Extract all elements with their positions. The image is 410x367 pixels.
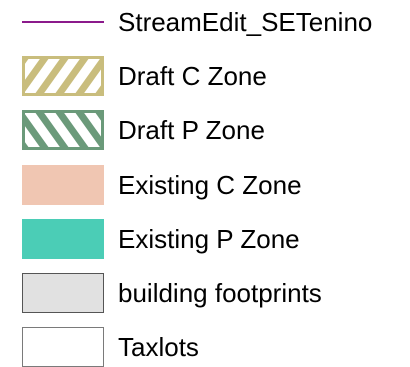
- peach-fill-icon: [22, 165, 104, 205]
- legend-label-draft-p-zone: Draft P Zone: [118, 115, 265, 145]
- legend-item-draft-c-zone: Draft C Zone: [0, 56, 410, 96]
- legend-label-draft-c-zone: Draft C Zone: [118, 61, 267, 91]
- legend-item-existing-p-zone: Existing P Zone: [0, 219, 410, 259]
- legend-item-draft-p-zone: Draft P Zone: [0, 110, 410, 150]
- green-diagonal-hatch-icon: [22, 110, 104, 150]
- legend-label-existing-p-zone: Existing P Zone: [118, 224, 300, 254]
- legend-item-building-footprints: building footprints: [0, 273, 410, 313]
- tan-diagonal-hatch-icon: [22, 56, 104, 96]
- legend-label-building-footprints: building footprints: [118, 278, 322, 308]
- legend-item-existing-c-zone: Existing C Zone: [0, 165, 410, 205]
- map-legend: StreamEdit_SETenino Draft C Zone Draft P…: [0, 0, 410, 367]
- legend-item-taxlots: Taxlots: [0, 327, 410, 367]
- legend-label-existing-c-zone: Existing C Zone: [118, 170, 302, 200]
- teal-fill-icon: [22, 219, 104, 259]
- legend-label-taxlots: Taxlots: [118, 332, 199, 362]
- legend-item-streamedit: StreamEdit_SETenino: [0, 2, 410, 42]
- white-fill-icon: [22, 327, 104, 367]
- purple-line-icon: [22, 2, 104, 42]
- gray-fill-icon: [22, 273, 104, 313]
- legend-label-streamedit: StreamEdit_SETenino: [118, 7, 373, 37]
